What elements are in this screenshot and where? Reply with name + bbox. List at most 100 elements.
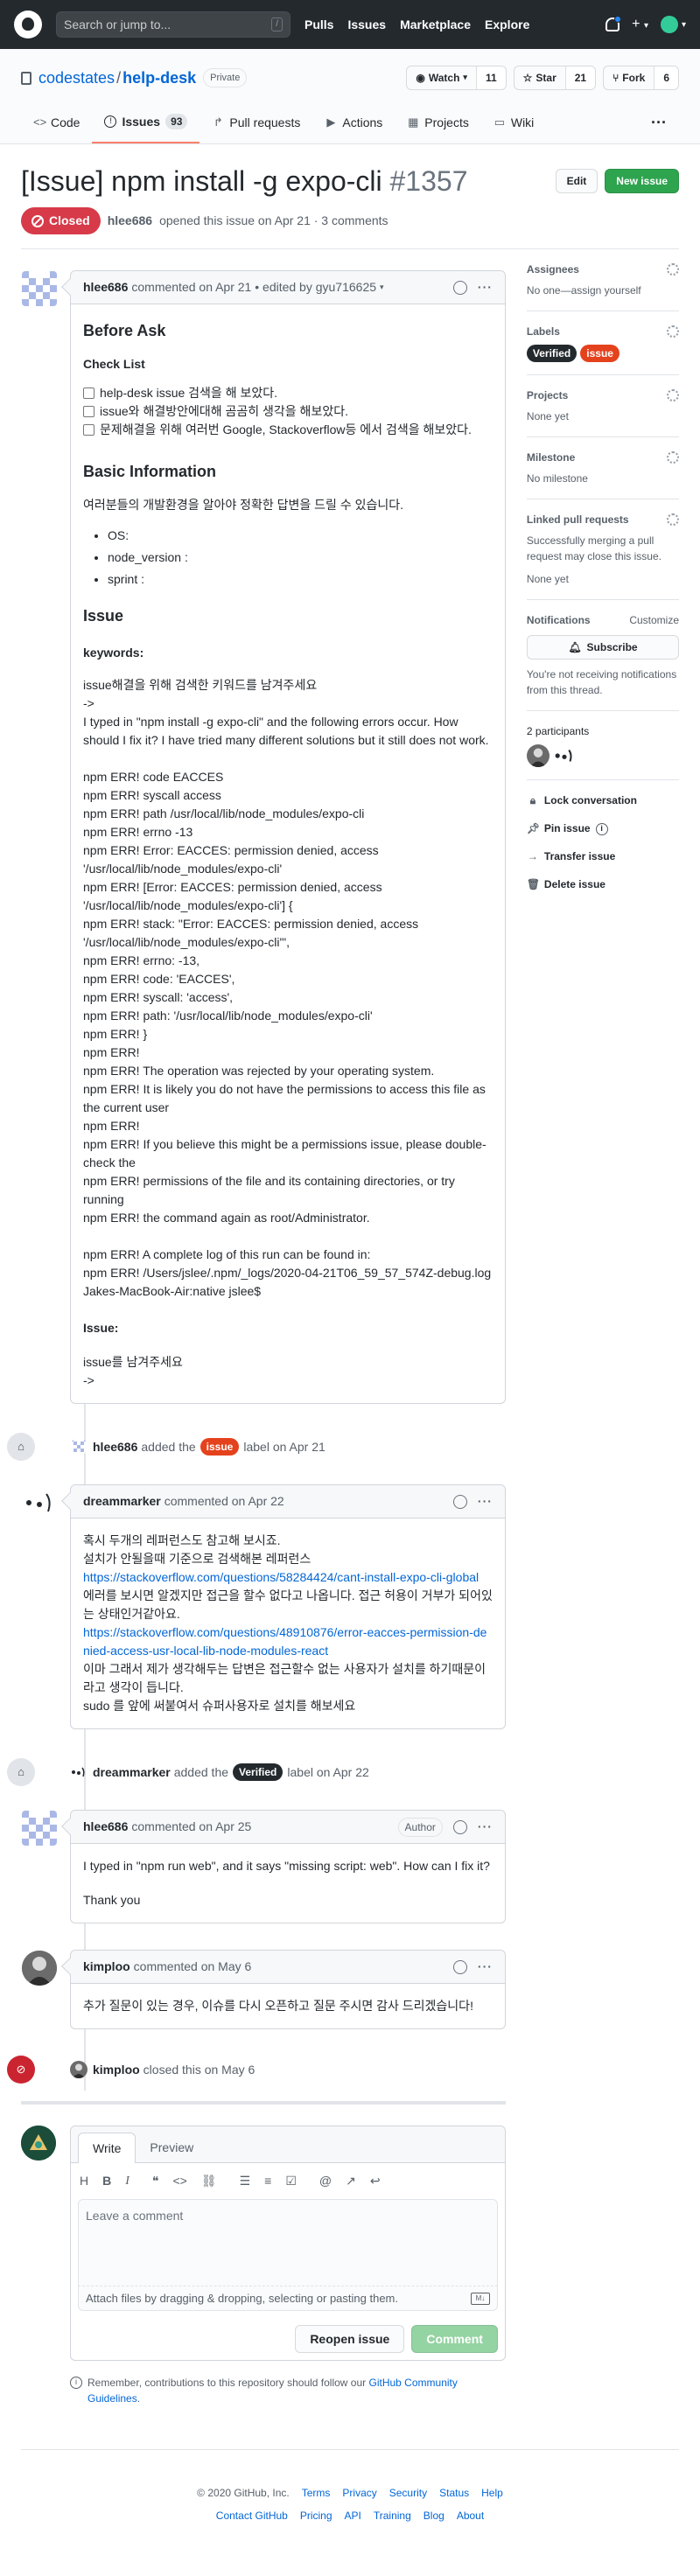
avatar-hlee686-small[interactable] [70,1438,88,1456]
reply-icon[interactable]: ↩ [370,2172,381,2190]
watch-count[interactable]: 11 [475,66,506,89]
tab-wiki[interactable]: ▭ Wiki [481,101,546,143]
more-tabs-kebab-icon[interactable]: ··· [639,101,679,143]
mention-icon[interactable]: @ [319,2172,332,2190]
task-checkbox[interactable] [83,424,94,436]
tab-pull-requests[interactable]: ↱ Pull requests [200,101,312,143]
footer-link[interactable]: Terms [302,2485,331,2501]
tab-issues[interactable]: ! Issues 93 [92,101,200,143]
markdown-icon[interactable]: M↓ [470,2292,490,2305]
comment-author[interactable]: hlee686 [83,278,128,297]
nav-explore[interactable]: Explore [485,16,529,34]
chevron-down-icon[interactable]: ▾ [380,282,384,294]
search-input[interactable]: Search or jump to... / [56,11,290,38]
comment-kebab-icon[interactable]: ··· [478,1492,493,1511]
gear-icon[interactable] [667,263,679,276]
tab-preview[interactable]: Preview [136,2133,207,2162]
comment-meta[interactable]: commented on Apr 25 [131,1818,251,1836]
italic-icon[interactable]: I [125,2172,130,2190]
comment-meta[interactable]: commented on Apr 22 [164,1492,284,1511]
avatar-dreammarker-small[interactable] [70,1763,88,1781]
comment-author[interactable]: kimploo [83,1958,130,1976]
reopen-issue-button[interactable]: Reopen issue [295,2325,405,2353]
avatar-dreammarker[interactable] [22,1485,57,1520]
footer-link[interactable]: Blog [424,2508,444,2524]
task-list-icon[interactable]: ☑ [285,2172,297,2190]
unordered-list-icon[interactable]: ☰ [240,2172,251,2190]
comment-meta[interactable]: commented on Apr 21 • edited by gyu71662… [131,278,376,297]
lock-conversation[interactable]: 🔒︎ Lock conversation [527,792,679,808]
stackoverflow-link[interactable]: https://stackoverflow.com/questions/4891… [83,1623,493,1660]
participant-avatar[interactable] [526,744,550,767]
assignees-value[interactable]: No one—assign yourself [527,283,679,298]
footer-link[interactable]: Pricing [300,2508,332,2524]
issue-author-link[interactable]: hlee686 [108,212,152,230]
add-reaction-smiley-icon[interactable] [452,1494,467,1509]
footer-link[interactable]: Training [374,2508,411,2524]
add-reaction-smiley-icon[interactable] [452,1959,467,1974]
notifications-bell-icon[interactable] [606,16,622,31]
quote-icon[interactable]: ❝ [152,2172,159,2190]
comment-author[interactable]: dreammarker [83,1492,161,1511]
ordered-list-icon[interactable]: ≡ [264,2172,271,2190]
new-issue-button[interactable]: New issue [605,169,679,193]
comment-meta[interactable]: commented on May 6 [134,1958,252,1976]
user-menu[interactable]: ▾ [660,16,686,33]
avatar-kimploo-small[interactable] [70,2061,88,2078]
footer-link[interactable]: Help [481,2485,503,2501]
participant-avatar[interactable] [553,744,576,767]
star-count[interactable]: 21 [564,66,596,89]
heading-icon[interactable]: H [80,2172,88,2190]
footer-link[interactable]: Status [439,2485,469,2501]
star-button[interactable]: ☆ Star 21 [513,66,597,90]
nav-pulls[interactable]: Pulls [304,16,333,34]
comment-kebab-icon[interactable]: ··· [478,1818,493,1836]
fork-count[interactable]: 6 [654,66,678,89]
nav-issues[interactable]: Issues [347,16,386,34]
stackoverflow-link[interactable]: https://stackoverflow.com/questions/5828… [83,1568,493,1587]
comment-author[interactable]: hlee686 [83,1818,128,1836]
label-verified[interactable]: Verified [233,1763,284,1781]
delete-issue[interactable]: 🗑︎ Delete issue [527,876,679,892]
label-verified[interactable]: Verified [526,345,578,362]
cross-reference-icon[interactable]: ↗ [346,2172,356,2190]
footer-link[interactable]: Security [389,2485,427,2501]
footer-link[interactable]: Contact GitHub [216,2508,288,2524]
avatar-kimploo[interactable] [22,1951,57,1986]
link-icon[interactable]: ⛓ [201,2172,217,2190]
tab-projects[interactable]: ▦ Projects [395,101,481,143]
label-issue[interactable]: issue [200,1438,240,1456]
add-reaction-smiley-icon[interactable] [452,1819,467,1834]
repo-name-link[interactable]: help-desk [122,69,196,87]
create-new-plus-icon[interactable]: + ▾ [632,14,648,35]
event-actor[interactable]: kimploo [93,2061,140,2079]
fork-button[interactable]: ⑂ Fork 6 [603,66,679,90]
task-checkbox[interactable] [83,406,94,417]
footer-link[interactable]: API [345,2508,361,2524]
subscribe-button[interactable]: 🔔︎ Subscribe [526,635,679,660]
gear-icon[interactable] [667,325,679,338]
add-reaction-smiley-icon[interactable] [452,280,467,295]
gear-icon[interactable] [667,513,679,526]
event-actor[interactable]: dreammarker [93,1763,171,1782]
tab-actions[interactable]: ▶ Actions [312,101,395,143]
comment-textarea[interactable]: Leave a comment [78,2199,498,2286]
avatar-hlee686[interactable] [22,1811,57,1846]
tab-code[interactable]: <> Code [21,101,92,143]
bold-icon[interactable]: B [102,2172,111,2190]
footer-link[interactable]: About [457,2508,484,2524]
pin-issue[interactable]: 📌︎ Pin issue i [527,820,679,836]
event-actor[interactable]: hlee686 [93,1438,137,1456]
attach-files-bar[interactable]: Attach files by dragging & dropping, sel… [78,2286,498,2311]
repo-owner-link[interactable]: codestates [38,69,115,87]
tab-write[interactable]: Write [78,2133,136,2163]
github-logo-icon[interactable] [14,10,42,38]
comment-kebab-icon[interactable]: ··· [478,1958,493,1976]
watch-button[interactable]: ◉ Watch ▾ 11 [406,66,507,90]
gear-icon[interactable] [667,389,679,401]
customize-link[interactable]: Customize [629,612,679,628]
label-issue[interactable]: issue [580,345,620,362]
code-icon[interactable]: <> [172,2172,186,2190]
avatar-hlee686[interactable] [22,271,57,306]
comment-kebab-icon[interactable]: ··· [478,278,493,297]
